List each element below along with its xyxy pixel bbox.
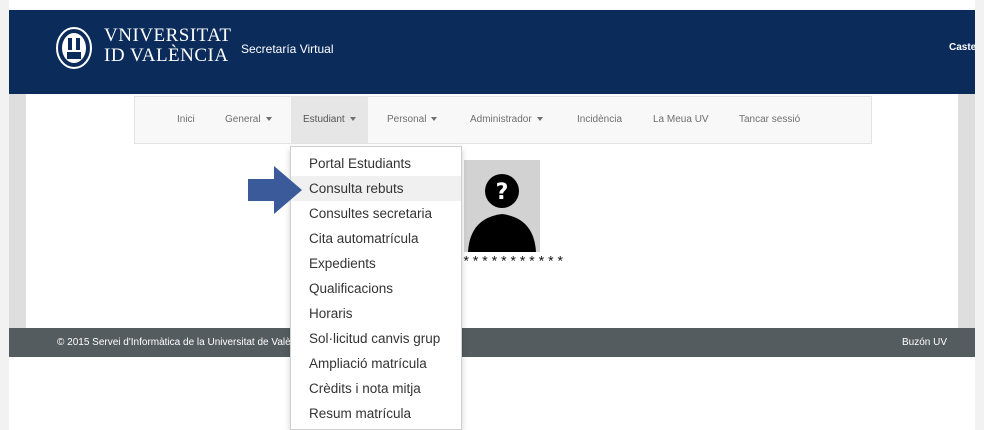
- menu-item-portal-estudiants[interactable]: Portal Estudiants: [291, 151, 461, 176]
- caret-down-icon: [536, 117, 543, 122]
- site-title: Secretaría Virtual: [241, 42, 334, 56]
- menu-item-horaris[interactable]: Horaris: [291, 301, 461, 326]
- university-logo-text[interactable]: VNIVERSITAT ID VALÈNCIA: [104, 26, 231, 66]
- menu-item-cita-automatricula[interactable]: Cita automatrícula: [291, 226, 461, 251]
- site-header: VNIVERSITAT ID VALÈNCIA Secretaría Virtu…: [9, 10, 975, 94]
- avatar-question-mark: ?: [496, 180, 509, 205]
- menu-item-credits-nota-mitja[interactable]: Crèdits i nota mitja: [291, 376, 461, 401]
- nav-tancar-sessio-label: Tancar sessió: [739, 114, 801, 125]
- nav-la-meua-uv-label: La Meua UV: [653, 114, 709, 125]
- nav-general[interactable]: General: [225, 97, 272, 143]
- nav-inici[interactable]: Inici: [177, 97, 195, 143]
- main-navbar: Inici General Estudiant Personal Adminis…: [134, 96, 872, 144]
- nav-personal-label: Personal: [387, 114, 427, 125]
- nav-personal[interactable]: Personal: [387, 97, 438, 143]
- pointer-arrow-icon: [248, 166, 302, 214]
- masked-user-name: ***********: [462, 255, 566, 271]
- page: VNIVERSITAT ID VALÈNCIA Secretaría Virtu…: [0, 0, 984, 430]
- avatar: ?: [464, 160, 540, 252]
- nav-inici-label: Inici: [177, 114, 195, 125]
- menu-item-sollicitud-canvis-grup[interactable]: Sol·licitud canvis grup: [291, 326, 461, 351]
- menu-item-expedients[interactable]: Expedients: [291, 251, 461, 276]
- estudiant-dropdown-menu: Portal Estudiants Consulta rebuts Consul…: [290, 146, 462, 430]
- menu-item-ampliacio-matricula[interactable]: Ampliació matrícula: [291, 351, 461, 376]
- page-shadow-right: [975, 0, 984, 430]
- caret-down-icon: [431, 117, 438, 122]
- unknown-user-icon: ?: [468, 174, 536, 252]
- nav-general-label: General: [225, 114, 261, 125]
- caret-down-icon: [349, 117, 356, 122]
- logo-line-2: ID VALÈNCIA: [104, 45, 229, 66]
- nav-estudiant[interactable]: Estudiant: [291, 97, 368, 143]
- site-footer: © 2015 Servei d'Informàtica de la Univer…: [9, 328, 975, 357]
- nav-tancar-sessio[interactable]: Tancar sessió: [739, 97, 800, 143]
- menu-item-resum-matricula[interactable]: Resum matrícula: [291, 401, 461, 426]
- footer-buzon-link[interactable]: Buzón UV: [902, 328, 947, 357]
- menu-item-consultes-secretaria[interactable]: Consultes secretaria: [291, 201, 461, 226]
- university-seal-icon[interactable]: [55, 26, 93, 70]
- page-shadow-left: [0, 0, 9, 430]
- menu-item-consulta-rebuts[interactable]: Consulta rebuts: [291, 176, 461, 201]
- nav-incidencia-label: Incidència: [577, 114, 623, 125]
- nav-administrador-label: Administrador: [470, 114, 532, 125]
- nav-administrador[interactable]: Administrador: [470, 97, 543, 143]
- footer-copyright: © 2015 Servei d'Informàtica de la Univer…: [57, 337, 310, 348]
- logo-line-1: VNIVERSITAT: [104, 25, 232, 46]
- nav-incidencia[interactable]: Incidència: [577, 97, 622, 143]
- language-switch-link[interactable]: Castellà: [949, 42, 975, 53]
- nav-la-meua-uv[interactable]: La Meua UV: [653, 97, 709, 143]
- caret-down-icon: [265, 117, 272, 122]
- nav-estudiant-label: Estudiant: [303, 114, 345, 125]
- menu-item-qualificacions[interactable]: Qualificacions: [291, 276, 461, 301]
